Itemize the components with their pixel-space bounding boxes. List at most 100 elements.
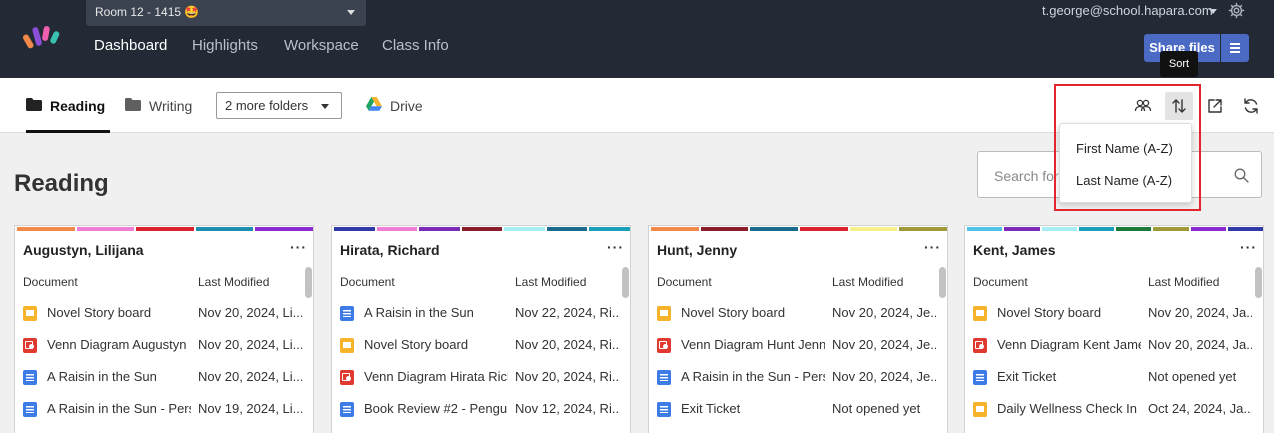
- document-name[interactable]: Venn Diagram Augustyn L: [47, 337, 191, 352]
- color-stripe: [1041, 227, 1077, 231]
- document-row[interactable]: Novel Story board Nov 20, 2024, Ja...: [965, 304, 1255, 336]
- document-name[interactable]: Venn Diagram Hirata Rich: [364, 369, 508, 384]
- tab-highlights[interactable]: Highlights: [192, 36, 258, 56]
- tab-workspace[interactable]: Workspace: [284, 36, 359, 56]
- student-name[interactable]: Hirata, Richard: [340, 242, 440, 258]
- folder-label: Reading: [50, 98, 106, 114]
- document-row[interactable]: Venn Diagram Hirata Rich Nov 20, 2024, Ri…: [332, 368, 622, 400]
- scrollbar-thumb[interactable]: [305, 267, 312, 298]
- document-row[interactable]: Book Review #2 - Penguin Nov 12, 2024, Ri…: [332, 400, 622, 432]
- slides-icon: [657, 306, 671, 321]
- student-name[interactable]: Hunt, Jenny: [657, 242, 737, 258]
- tab-class-info[interactable]: Class Info: [382, 36, 449, 56]
- scrollbar-thumb[interactable]: [622, 267, 629, 298]
- document-name[interactable]: Novel Story board: [47, 305, 191, 320]
- document-row[interactable]: Venn Diagram Kent James Nov 20, 2024, Ja.…: [965, 336, 1255, 368]
- document-last-modified: Not opened yet: [1148, 369, 1237, 384]
- color-stripes: [334, 227, 630, 231]
- more-options-icon[interactable]: ···: [924, 239, 941, 255]
- document-row[interactable]: A Raisin in the Sun Nov 22, 2024, Ri...: [332, 304, 622, 336]
- document-name[interactable]: A Raisin in the Sun - Perso: [47, 401, 191, 416]
- color-stripes: [967, 227, 1263, 231]
- document-last-modified: Nov 20, 2024, Li...: [198, 337, 302, 352]
- more-folders-dropdown[interactable]: 2 more folders: [216, 92, 342, 119]
- color-stripe: [546, 227, 588, 231]
- document-row[interactable]: Novel Story board Nov 20, 2024, Ri...: [332, 336, 622, 368]
- document-row[interactable]: Venn Diagram Hunt Jenny Nov 20, 2024, Je.…: [649, 336, 939, 368]
- more-folders-label: 2 more folders: [225, 98, 309, 113]
- student-name[interactable]: Augustyn, Lilijana: [23, 242, 144, 258]
- scrollbar-thumb[interactable]: [939, 267, 946, 298]
- color-stripe: [967, 227, 1003, 231]
- color-stripe: [700, 227, 749, 231]
- document-row[interactable]: Novel Story board Nov 20, 2024, Je...: [649, 304, 939, 336]
- document-name[interactable]: A Raisin in the Sun: [364, 305, 508, 320]
- scrollbar-thumb[interactable]: [1255, 267, 1262, 298]
- user-account-menu[interactable]: t.george@school.hapara.com: [1042, 3, 1213, 18]
- hapara-logo[interactable]: [22, 24, 64, 52]
- student-card: Hunt, Jenny ··· Document Last Modified Novel…: [648, 225, 948, 433]
- open-external-button[interactable]: [1201, 92, 1229, 120]
- document-name[interactable]: Exit Ticket: [997, 369, 1141, 384]
- color-stripe: [651, 227, 699, 231]
- class-selector-label: Room 12 - 1415 🤩: [95, 5, 200, 19]
- color-stripes: [17, 227, 313, 231]
- color-stripe: [799, 227, 848, 231]
- document-row[interactable]: Daily Wellness Check In Oct 24, 2024, Ja.…: [965, 400, 1255, 432]
- color-stripe: [1078, 227, 1114, 231]
- sort-button[interactable]: [1165, 92, 1193, 120]
- document-name[interactable]: Novel Story board: [681, 305, 825, 320]
- color-stripe: [899, 227, 947, 231]
- document-name[interactable]: Novel Story board: [997, 305, 1141, 320]
- more-options-icon[interactable]: ···: [290, 239, 307, 255]
- color-stripe: [1153, 227, 1189, 231]
- more-options-icon[interactable]: ···: [1240, 239, 1257, 255]
- document-name[interactable]: A Raisin in the Sun - Perso: [681, 369, 825, 384]
- docs-icon: [973, 370, 987, 385]
- google-drive-icon: [366, 97, 382, 111]
- color-stripe: [76, 227, 135, 231]
- sort-last-name[interactable]: Last Name (A-Z): [1076, 173, 1172, 188]
- external-link-icon: [1208, 99, 1222, 113]
- page-title: Reading: [14, 170, 109, 197]
- document-name[interactable]: Daily Wellness Check In: [997, 401, 1141, 416]
- document-row[interactable]: Exit Ticket Not opened yet: [649, 400, 939, 432]
- share-options-button[interactable]: [1221, 34, 1249, 62]
- tab-dashboard[interactable]: Dashboard: [94, 36, 167, 56]
- document-name[interactable]: Venn Diagram Hunt Jenny: [681, 337, 825, 352]
- color-stripe: [750, 227, 798, 231]
- chevron-down-icon[interactable]: [1209, 9, 1217, 14]
- document-name[interactable]: A Raisin in the Sun: [47, 369, 191, 384]
- document-row[interactable]: A Raisin in the Sun - Perso Nov 19, 2024,…: [15, 400, 305, 432]
- slides-icon: [23, 306, 37, 321]
- more-options-icon[interactable]: ···: [607, 239, 624, 255]
- document-last-modified: Nov 20, 2024, Ja...: [1148, 337, 1252, 352]
- document-name[interactable]: Venn Diagram Kent James: [997, 337, 1141, 352]
- document-row[interactable]: A Raisin in the Sun - Perso Nov 20, 2024,…: [649, 368, 939, 400]
- column-header-last-modified: Last Modified: [832, 275, 904, 289]
- sort-menu: First Name (A-Z) Last Name (A-Z): [1059, 123, 1192, 203]
- color-stripe: [1004, 227, 1040, 231]
- color-stripe: [17, 227, 75, 231]
- sort-first-name[interactable]: First Name (A-Z): [1076, 141, 1173, 156]
- refresh-icon: [1244, 98, 1258, 114]
- student-name[interactable]: Kent, James: [973, 242, 1055, 258]
- document-row[interactable]: Venn Diagram Augustyn L Nov 20, 2024, Li.…: [15, 336, 305, 368]
- refresh-button[interactable]: [1237, 92, 1265, 120]
- document-name[interactable]: Novel Story board: [364, 337, 508, 352]
- class-selector[interactable]: Room 12 - 1415 🤩: [86, 0, 366, 26]
- document-name[interactable]: Book Review #2 - Penguin: [364, 401, 508, 416]
- color-stripe: [461, 227, 503, 231]
- gear-icon[interactable]: [1228, 2, 1245, 19]
- drawing-icon: [23, 338, 37, 353]
- column-header-last-modified: Last Modified: [515, 275, 587, 289]
- column-header-last-modified: Last Modified: [198, 275, 270, 289]
- document-name[interactable]: Exit Ticket: [681, 401, 825, 416]
- docs-icon: [23, 402, 37, 417]
- document-row[interactable]: Exit Ticket Not opened yet: [965, 368, 1255, 400]
- color-stripes: [651, 227, 947, 231]
- search-icon[interactable]: [1234, 168, 1249, 183]
- group-students-button[interactable]: [1129, 92, 1157, 120]
- document-row[interactable]: A Raisin in the Sun Nov 20, 2024, Li...: [15, 368, 305, 400]
- document-row[interactable]: Novel Story board Nov 20, 2024, Li...: [15, 304, 305, 336]
